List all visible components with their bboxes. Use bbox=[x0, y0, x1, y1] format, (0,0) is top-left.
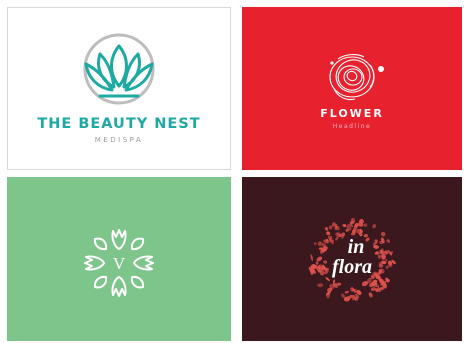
wreath-petal bbox=[363, 223, 368, 227]
monogram-letter: V bbox=[113, 254, 126, 273]
wreath-petal bbox=[386, 239, 391, 243]
brand-subtitle: MEDISPA bbox=[94, 136, 144, 144]
wreath-petal bbox=[310, 254, 314, 261]
wreath-petal bbox=[326, 231, 331, 236]
floral-wreath-icon: V bbox=[84, 229, 154, 297]
brand-title: THE BEAUTY NEST bbox=[37, 116, 201, 132]
lotus-icon bbox=[83, 33, 155, 105]
logo-card-flower: FLOWER Headline bbox=[242, 7, 462, 170]
wreath-petal bbox=[317, 283, 324, 288]
rose-icon bbox=[329, 54, 384, 101]
wreath-petal bbox=[372, 223, 377, 229]
wreath-petal bbox=[370, 287, 376, 292]
script-word-in: in bbox=[348, 236, 365, 258]
logo-card-monogram: V bbox=[7, 177, 231, 341]
wreath-petal bbox=[344, 290, 349, 294]
script-word-flora: flora bbox=[332, 256, 372, 278]
wreath-petal bbox=[315, 261, 319, 265]
brand-title: FLOWER bbox=[320, 107, 384, 120]
wreath-petal bbox=[342, 224, 347, 228]
wreath-petal bbox=[325, 277, 330, 282]
wreath-petal bbox=[323, 260, 328, 264]
wreath-petal bbox=[365, 237, 370, 242]
logo-card-beauty-nest: THE BEAUTY NEST MEDISPA bbox=[7, 7, 231, 170]
wreath-petal bbox=[324, 226, 329, 231]
floral-wreath-icon: in flora bbox=[308, 217, 396, 302]
wreath-petal bbox=[374, 239, 378, 243]
wreath-petal bbox=[368, 292, 373, 298]
wreath-petal bbox=[313, 242, 317, 246]
logo-card-in-flora: in flora bbox=[242, 177, 462, 341]
wreath-petal bbox=[380, 231, 386, 237]
brand-tagline: Headline bbox=[332, 123, 372, 130]
